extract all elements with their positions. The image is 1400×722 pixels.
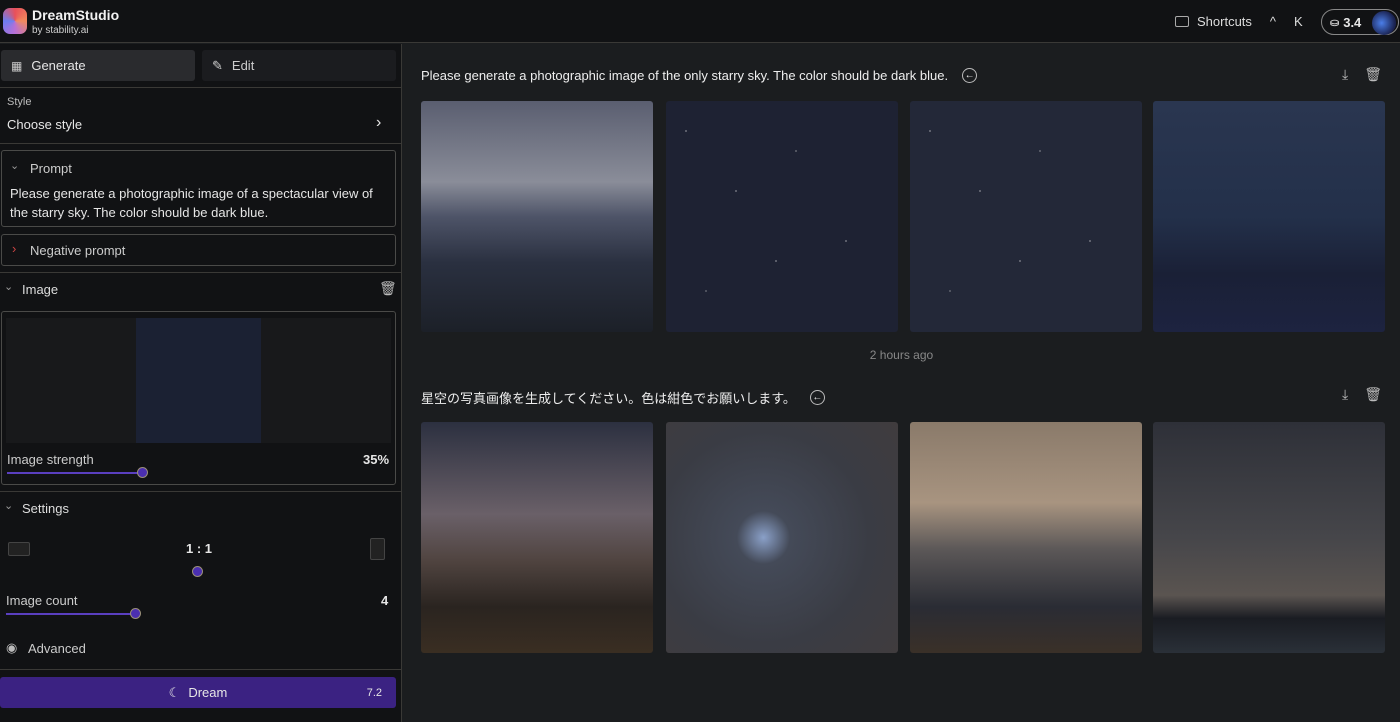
prompt-input[interactable]: Please generate a photographic image of …: [10, 184, 390, 222]
generated-image[interactable]: [421, 422, 653, 653]
eye-icon: ◉: [6, 640, 18, 655]
shortcuts-label: Shortcuts: [1197, 14, 1252, 29]
main-gallery: Please generate a photographic image of …: [403, 44, 1400, 722]
divider: [0, 491, 402, 492]
image-count-track[interactable]: [6, 613, 136, 615]
init-image-area[interactable]: [6, 318, 391, 443]
brand-name: DreamStudio: [32, 7, 120, 23]
portrait-icon[interactable]: [370, 538, 385, 560]
chevron-right-icon: ›: [12, 241, 17, 256]
reuse-prompt-icon[interactable]: ←: [809, 390, 825, 405]
tab-label: Edit: [231, 58, 255, 73]
settings-label: Settings: [22, 501, 69, 516]
trash-icon[interactable]: 🗑: [379, 280, 397, 297]
negative-prompt-label: Negative prompt: [30, 243, 126, 258]
divider: [0, 669, 402, 670]
prompt-text: 星空の写真画像を生成してください。色は紺色でお願いします。: [421, 391, 796, 406]
image-count-label: Image count: [6, 593, 78, 608]
image-count-value: 4: [381, 593, 389, 608]
moon-icon: ☾: [168, 684, 181, 700]
aspect-ratio-value: 1 : 1: [186, 541, 213, 556]
dream-cost: 7.2: [366, 686, 382, 699]
choose-style-button[interactable]: Choose style ›: [0, 114, 402, 136]
advanced-label: Advanced: [28, 641, 86, 656]
divider: [0, 272, 402, 273]
tab-edit[interactable]: ✎ Edit: [202, 50, 396, 81]
generated-image[interactable]: [1153, 101, 1385, 332]
header: DreamStudio by stability.ai Shortcuts ^ …: [0, 0, 1400, 43]
generated-image[interactable]: [421, 101, 653, 332]
credits-badge[interactable]: ⛀ 3.4: [1321, 9, 1399, 35]
credits-value: 3.4: [1343, 14, 1362, 30]
shortcut-key: K: [1294, 14, 1303, 29]
prompt-label: Prompt: [30, 161, 72, 176]
avatar[interactable]: [1372, 11, 1396, 35]
style-label: Style: [7, 96, 32, 108]
generated-image[interactable]: [910, 101, 1142, 332]
download-icon[interactable]: ⤓: [1342, 66, 1348, 83]
chevron-down-icon[interactable]: ⌄: [4, 280, 13, 293]
generated-image[interactable]: [666, 101, 898, 332]
dreamstudio-logo: [3, 8, 27, 34]
sidebar: ▦ Generate ✎ Edit Style Choose style › ⌄…: [0, 44, 402, 722]
trash-icon[interactable]: 🗑: [1364, 386, 1382, 403]
chevron-down-icon[interactable]: ⌄: [10, 159, 19, 172]
advanced-toggle[interactable]: ◉ Advanced: [0, 638, 200, 660]
group-actions: ⤓ 🗑: [1342, 386, 1382, 403]
divider: [0, 143, 402, 144]
prompt-text: Please generate a photographic image of …: [421, 68, 949, 83]
image-strength-slider[interactable]: [137, 467, 148, 478]
shortcuts-button[interactable]: Shortcuts ^ K: [1175, 14, 1303, 29]
shortcut-key: ^: [1269, 14, 1277, 29]
reuse-prompt-icon[interactable]: ←: [962, 68, 978, 83]
timestamp: 2 hours ago: [869, 348, 934, 362]
dream-button[interactable]: ☾ Dream 7.2: [0, 677, 396, 708]
negative-prompt-toggle[interactable]: › Negative prompt: [1, 234, 396, 266]
prompt-section: ⌄ Prompt Please generate a photographic …: [1, 150, 396, 227]
tab-label: Generate: [31, 58, 86, 73]
init-image: [136, 318, 261, 443]
download-icon[interactable]: ⤓: [1342, 386, 1348, 403]
brand-subtitle: by stability.ai: [32, 25, 89, 36]
dream-label: Dream: [188, 685, 228, 700]
generated-image[interactable]: [666, 422, 898, 653]
init-image-panel: Image strength 35%: [1, 311, 396, 485]
image-count-slider[interactable]: [130, 608, 141, 619]
aspect-ratio-slider[interactable]: [192, 566, 203, 577]
image-strength-track[interactable]: [7, 472, 142, 474]
generated-image[interactable]: [1153, 422, 1385, 653]
divider: [0, 87, 402, 88]
generation-prompt: Please generate a photographic image of …: [421, 68, 978, 83]
trash-icon[interactable]: 🗑: [1364, 66, 1382, 83]
image-strength-label: Image strength: [7, 452, 94, 467]
edit-icon: ✎: [212, 57, 223, 73]
coins-icon: ⛀: [1330, 16, 1340, 29]
image-label: Image: [22, 282, 59, 297]
image-strength-value: 35%: [363, 452, 390, 467]
keyboard-icon: [1175, 16, 1189, 27]
generated-image[interactable]: [910, 422, 1142, 653]
grid-icon: ▦: [11, 58, 23, 73]
group-actions: ⤓ 🗑: [1342, 66, 1382, 83]
generation-prompt: 星空の写真画像を生成してください。色は紺色でお願いします。 ←: [421, 388, 825, 407]
tab-generate[interactable]: ▦ Generate: [1, 50, 195, 81]
landscape-icon[interactable]: [8, 542, 30, 556]
style-value: Choose style: [7, 117, 83, 132]
chevron-down-icon[interactable]: ⌄: [4, 499, 13, 512]
chevron-right-icon: ›: [376, 114, 382, 131]
